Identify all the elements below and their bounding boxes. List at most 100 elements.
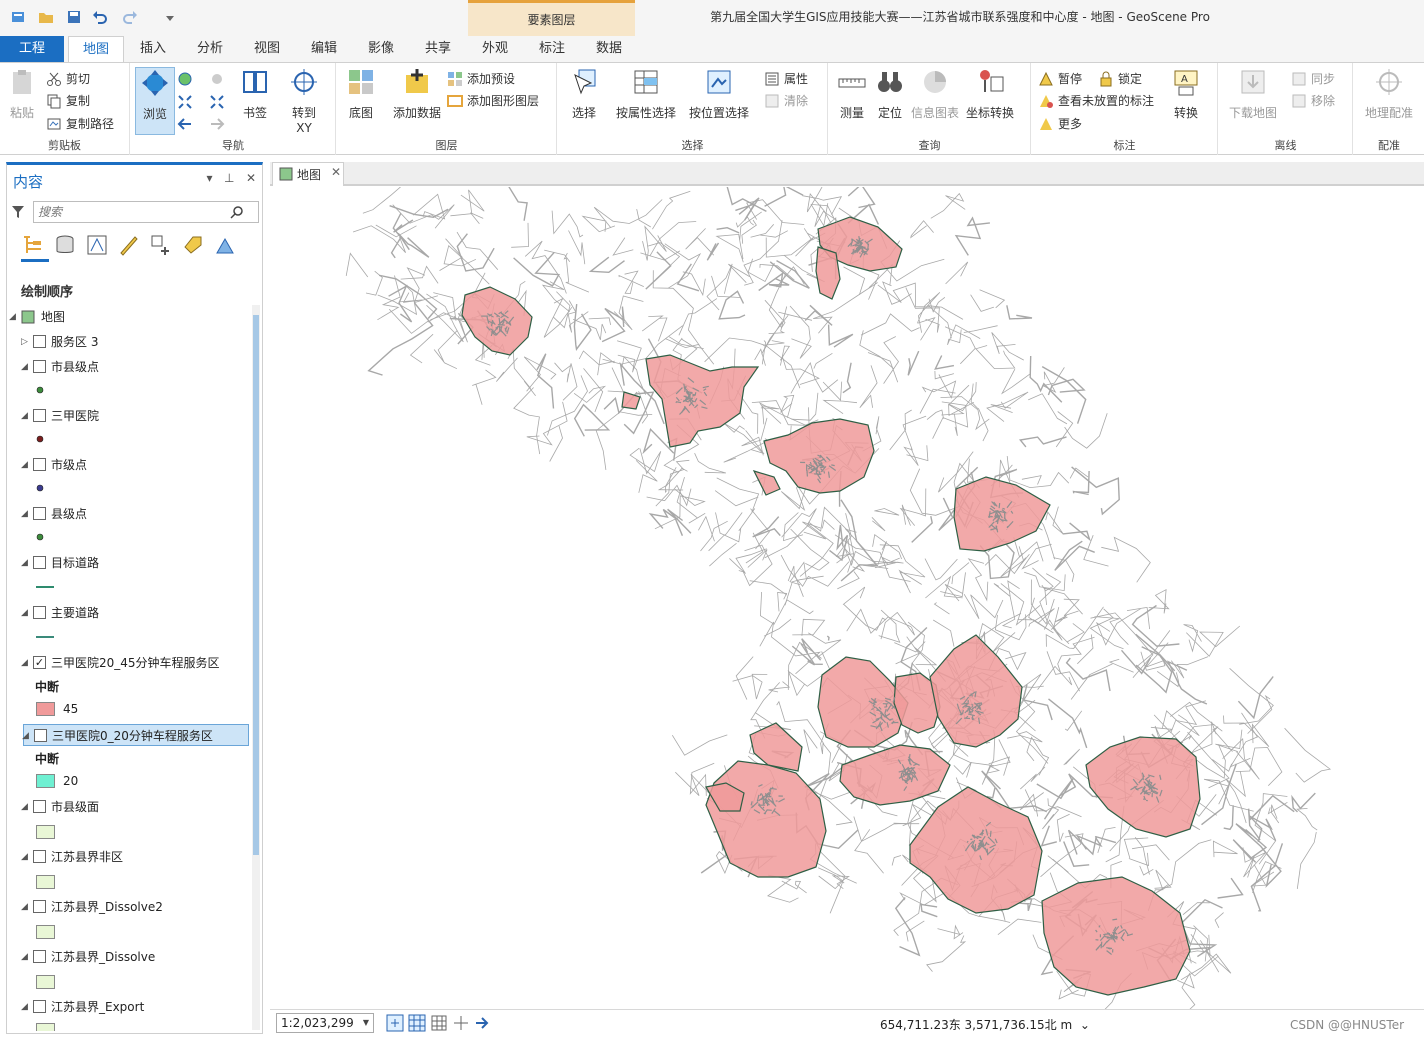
layer-row-county-non-district[interactable]: ◢ 江苏县界非区	[7, 846, 247, 868]
select-by-location-button[interactable]: 按位置选择	[686, 67, 752, 121]
layer-visibility-checkbox[interactable]	[33, 556, 46, 569]
layer-row-service-area-0-20[interactable]: ◢ 三甲医院0_20分钟车程服务区	[22, 724, 249, 746]
layer-visibility-checkbox[interactable]	[33, 800, 46, 813]
copy-path-button[interactable]: 复制路径	[46, 114, 114, 134]
redo-icon[interactable]	[122, 9, 138, 25]
layer-row-main-roads[interactable]: ◢ 主要道路	[7, 602, 247, 624]
layer-visibility-checkbox[interactable]	[33, 458, 46, 471]
fixed-zoom-out-icon[interactable]	[209, 94, 225, 110]
collapse-icon[interactable]: ◢	[21, 652, 31, 674]
map-canvas[interactable]	[270, 187, 1424, 1009]
pane-menu-icon[interactable]: ▾	[207, 171, 213, 185]
scrollbar-thumb[interactable]	[253, 315, 259, 855]
layer-row-target-roads[interactable]: ◢ 目标道路	[7, 552, 247, 574]
list-by-selection-icon[interactable]	[85, 233, 109, 257]
list-by-editing-icon[interactable]	[117, 233, 141, 257]
layer-row-city-points[interactable]: ◢ 市级点	[7, 454, 247, 476]
tab-share[interactable]: 共享	[411, 36, 465, 62]
constraints-icon[interactable]	[452, 1014, 470, 1032]
search-icon[interactable]	[230, 205, 244, 219]
paste-button[interactable]: 粘贴	[4, 67, 40, 121]
list-by-snapping-icon[interactable]	[149, 233, 173, 257]
list-by-labeling-icon[interactable]	[181, 233, 205, 257]
pan-fixed-icon[interactable]	[209, 71, 225, 87]
full-extent-icon[interactable]	[177, 71, 193, 87]
pin-icon[interactable]: ⊥	[224, 171, 234, 185]
collapse-icon[interactable]: ◢	[21, 405, 31, 427]
tab-data[interactable]: 数据	[582, 36, 636, 62]
snapping-icon[interactable]	[386, 1014, 404, 1032]
new-project-icon[interactable]	[10, 9, 26, 25]
goto-xy-button[interactable]: 转到 XY	[283, 67, 325, 135]
expand-icon[interactable]: ▷	[21, 331, 31, 353]
copy-button[interactable]: 复制	[46, 91, 90, 111]
layer-visibility-checkbox[interactable]: ✓	[33, 656, 46, 669]
filter-icon[interactable]	[11, 205, 25, 219]
view-unplaced-button[interactable]: 查看未放置的标注	[1038, 91, 1154, 111]
tab-labeling[interactable]: 标注	[525, 36, 579, 62]
select-button[interactable]: 选择	[562, 67, 606, 121]
list-by-perspective-imagery-icon[interactable]	[213, 233, 237, 257]
sync-button[interactable]: 同步	[1291, 69, 1335, 89]
layer-row-export[interactable]: ◢ 江苏县界_Export	[7, 996, 247, 1018]
tab-view[interactable]: 视图	[240, 36, 294, 62]
layer-visibility-checkbox[interactable]	[33, 950, 46, 963]
layer-row-dissolve2[interactable]: ◢ 江苏县界_Dissolve2	[7, 896, 247, 918]
tab-project[interactable]: 工程	[0, 36, 64, 62]
tab-analysis[interactable]: 分析	[183, 36, 237, 62]
download-map-button[interactable]: 下载地图	[1225, 67, 1281, 121]
grid-snapping-icon[interactable]	[408, 1014, 426, 1032]
list-by-drawing-order-icon[interactable]	[21, 233, 45, 257]
explore-button[interactable]: 浏览	[135, 67, 175, 135]
add-data-button[interactable]: 添加数据	[389, 67, 445, 121]
layer-visibility-checkbox[interactable]	[34, 729, 47, 742]
next-extent-icon[interactable]	[209, 116, 225, 132]
collapse-icon[interactable]: ◢	[21, 846, 31, 868]
collapse-icon[interactable]: ◢	[21, 896, 31, 918]
tab-edit[interactable]: 编辑	[297, 36, 351, 62]
open-project-icon[interactable]	[38, 9, 54, 25]
collapse-icon[interactable]: ◢	[21, 946, 31, 968]
tab-map[interactable]: 地图	[68, 36, 124, 63]
map-root-row[interactable]: ◢ 地图	[7, 306, 252, 328]
layer-visibility-checkbox[interactable]	[33, 507, 46, 520]
fixed-zoom-in-icon[interactable]	[177, 94, 193, 110]
bookmarks-button[interactable]: 书签	[237, 67, 273, 121]
tab-insert[interactable]: 插入	[126, 36, 180, 62]
chevron-down-icon[interactable]: ▼	[363, 1014, 369, 1032]
scale-selector[interactable]: 1:2,023,299 ▼	[276, 1013, 374, 1033]
clear-selection-button[interactable]: 清除	[764, 91, 808, 111]
tab-appearance[interactable]: 外观	[468, 36, 522, 62]
layer-visibility-checkbox[interactable]	[33, 360, 46, 373]
pause-labels-button[interactable]: 暂停	[1038, 69, 1082, 89]
layer-visibility-checkbox[interactable]	[33, 850, 46, 863]
grid-icon[interactable]	[430, 1014, 448, 1032]
customize-toolbar-icon[interactable]	[162, 9, 178, 25]
collapse-icon[interactable]: ◢	[9, 306, 19, 328]
more-labeling-button[interactable]: 更多	[1038, 114, 1082, 134]
infographics-button[interactable]: 信息图表	[909, 67, 961, 121]
measure-button[interactable]: 测量	[833, 67, 871, 121]
convert-coordinates-button[interactable]: 坐标转换	[963, 67, 1017, 121]
convert-labels-button[interactable]: A 转换	[1166, 67, 1206, 121]
layer-row-city-county-polygons[interactable]: ◢ 市县级面	[7, 796, 247, 818]
locate-button[interactable]: 定位	[873, 67, 907, 121]
layer-visibility-checkbox[interactable]	[33, 900, 46, 913]
select-by-attributes-button[interactable]: 按属性选择	[610, 67, 682, 121]
collapse-icon[interactable]: ◢	[21, 796, 31, 818]
save-project-icon[interactable]	[66, 9, 82, 25]
refresh-map-icon[interactable]	[474, 1014, 492, 1032]
attributes-button[interactable]: 属性	[764, 69, 808, 89]
chevron-down-icon[interactable]: ⌄	[1076, 1018, 1090, 1032]
layer-row-service-area-3[interactable]: ▷ 服务区 3	[7, 331, 247, 353]
tab-imagery[interactable]: 影像	[354, 36, 408, 62]
layer-row-dissolve[interactable]: ◢ 江苏县界_Dissolve	[7, 946, 247, 968]
layer-row-service-area-20-45[interactable]: ◢ ✓ 三甲医院20_45分钟车程服务区	[7, 652, 247, 674]
cut-button[interactable]: 剪切	[46, 69, 90, 89]
lock-labels-button[interactable]: 锁定	[1098, 69, 1142, 89]
layer-visibility-checkbox[interactable]	[33, 409, 46, 422]
add-graphics-layer-button[interactable]: 添加图形图层	[447, 91, 539, 111]
add-preset-button[interactable]: 添加预设	[447, 69, 515, 89]
undo-icon[interactable]	[92, 9, 108, 25]
collapse-icon[interactable]: ◢	[21, 996, 31, 1018]
